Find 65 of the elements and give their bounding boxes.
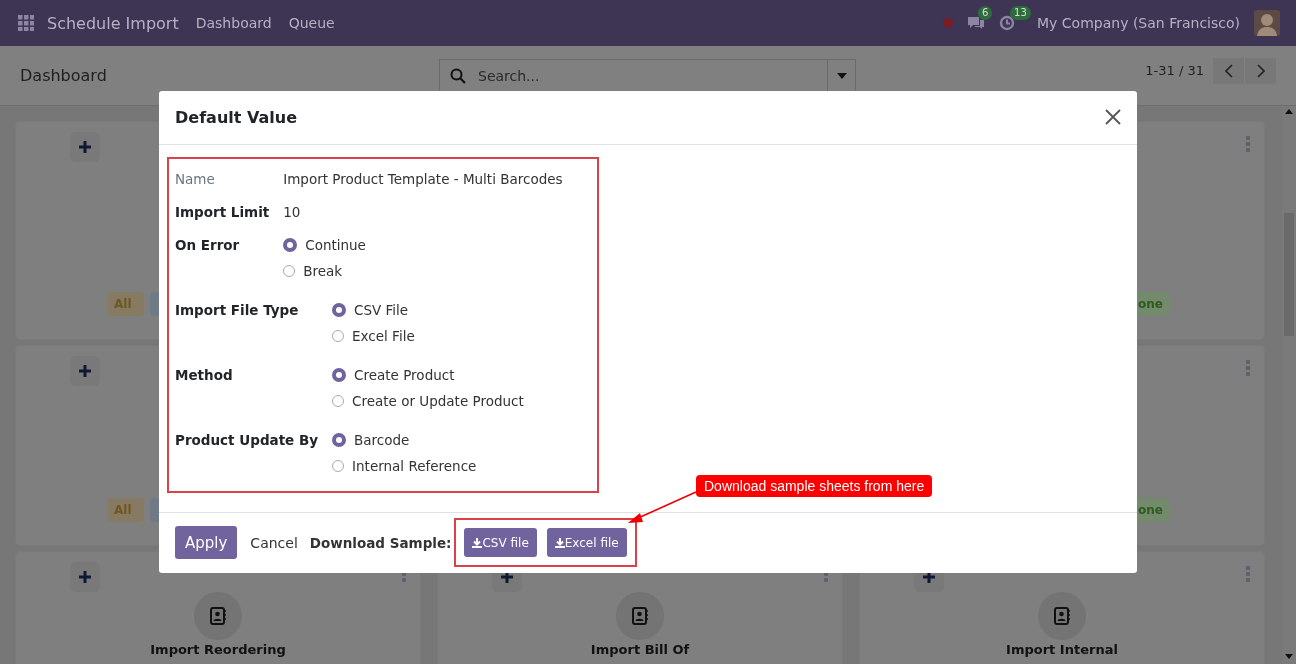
plus-icon (923, 571, 935, 583)
app-title[interactable]: Schedule Import (47, 13, 179, 33)
download-icon (554, 537, 565, 548)
field-label: Import Limit (175, 202, 270, 222)
field-label: Import File Type (175, 300, 300, 320)
search-input[interactable]: Search... (476, 66, 800, 85)
contact-book-icon (210, 607, 226, 625)
plus-icon (79, 141, 91, 153)
menu-link[interactable]: Queue (288, 15, 335, 31)
radio-button[interactable] (283, 237, 298, 252)
scroll-up-icon[interactable] (1285, 109, 1293, 114)
caret-icon (836, 72, 847, 79)
previous-button[interactable] (1213, 57, 1244, 84)
field-label: Product Update By (175, 430, 319, 450)
clock-icon[interactable] (999, 15, 1016, 31)
radio-option[interactable]: Internal Reference (332, 455, 591, 476)
count-badge: 6 (978, 6, 993, 20)
callout-label: Download sample sheets from here (696, 475, 933, 497)
chevron-left-icon (1224, 63, 1233, 78)
download-label: Download Sample: (309, 534, 452, 551)
plus-icon (79, 571, 91, 583)
apply-button[interactable]: Apply (175, 526, 238, 560)
company-switcher[interactable]: My Company (San Francisco) (1037, 15, 1240, 31)
radio-button[interactable] (332, 302, 347, 317)
contact-book-icon (1054, 607, 1070, 625)
download-icon (472, 537, 483, 548)
plus-icon (501, 571, 513, 583)
page-title: Dashboard (20, 66, 108, 85)
avatar[interactable] (1254, 10, 1280, 36)
chat-icon[interactable] (967, 15, 986, 31)
status-dot-icon (943, 18, 954, 28)
plus-icon (79, 365, 91, 377)
card-title: Import Internal (1005, 642, 1119, 658)
radio-button[interactable] (332, 367, 347, 382)
scroll-down-icon[interactable] (1285, 654, 1293, 659)
card-title: Import Reordering (149, 642, 287, 658)
dialog-title: Default Value (175, 107, 297, 127)
count-badge: 13 (1010, 6, 1031, 20)
field-label: Method (175, 365, 234, 385)
field-label: Name (175, 169, 216, 189)
field-value: 10 (283, 203, 301, 220)
close-icon[interactable] (1105, 109, 1121, 126)
radio-option[interactable]: Excel File (332, 325, 591, 346)
radio-option[interactable]: Continue (283, 234, 591, 255)
radio-button[interactable] (332, 432, 347, 447)
download-button[interactable]: Excel file (546, 528, 627, 558)
chevron-right-icon (1256, 63, 1265, 78)
radio-option[interactable]: Create or Update Product (332, 390, 591, 411)
field-label: On Error (175, 235, 241, 255)
field-value: Import Product Template - Multi Barcodes (283, 170, 563, 187)
pager-value: 1-31 / 31 (1145, 63, 1204, 78)
menu-link[interactable]: Dashboard (195, 15, 272, 31)
contact-book-icon (632, 607, 648, 625)
dropdown-toggle[interactable] (827, 58, 856, 93)
radio-option[interactable]: Break (283, 260, 591, 281)
radio-option[interactable]: Barcode (332, 429, 591, 450)
cancel-button[interactable]: Cancel (244, 533, 304, 552)
search-icon (450, 67, 466, 84)
next-button[interactable] (1245, 57, 1276, 84)
search-field[interactable]: Search... (439, 58, 827, 93)
radio-option[interactable]: Create Product (332, 364, 591, 385)
download-button[interactable]: CSV file (464, 528, 537, 558)
apps-menu-icon[interactable] (18, 15, 34, 31)
radio-option[interactable]: CSV File (332, 299, 591, 320)
card-title: Import Bill Of (589, 642, 691, 658)
